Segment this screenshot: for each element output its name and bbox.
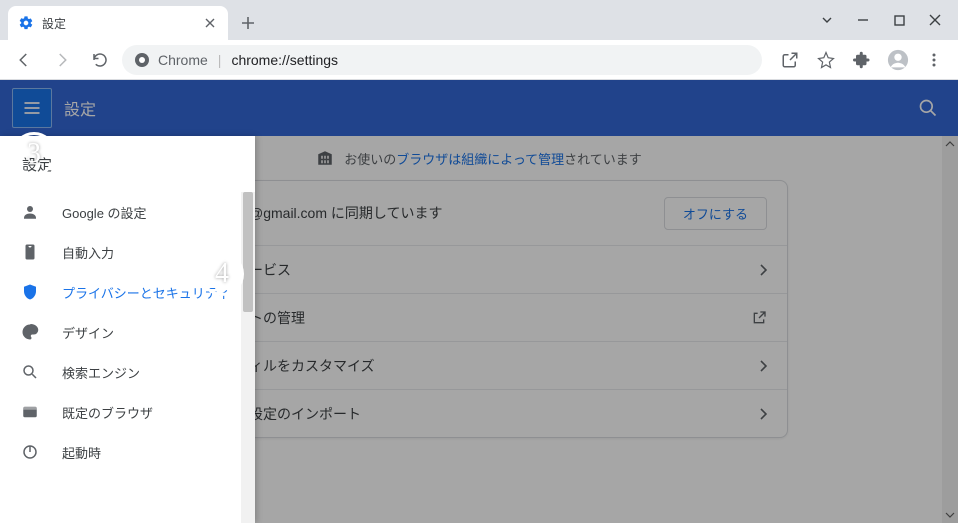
settings-title: 設定 (64, 96, 96, 120)
sidebar-item-label: 既定のブラウザ (62, 403, 153, 422)
back-button[interactable] (8, 44, 40, 76)
window-titlebar: 設定 (0, 0, 958, 40)
sidebar-item-label: プライバシーとセキュリティ (62, 283, 230, 302)
search-icon[interactable] (914, 94, 942, 122)
browser-tab[interactable]: 設定 (8, 6, 228, 40)
profile-icon[interactable] (882, 44, 914, 76)
power-icon (20, 443, 40, 461)
sidebar-item-label: Google の設定 (62, 203, 147, 222)
maximize-icon[interactable] (892, 13, 906, 27)
sidebar-item-startup[interactable]: 起動時 (0, 432, 255, 472)
extensions-icon[interactable] (846, 44, 878, 76)
sidebar-item-label: 検索エンジン (62, 363, 140, 382)
browser-icon (20, 403, 40, 421)
hamburger-menu-button[interactable] (12, 88, 52, 128)
sidebar-item-label: 起動時 (62, 443, 101, 462)
chrome-icon (134, 52, 150, 68)
forward-button (46, 44, 78, 76)
sidebar-title: 設定 (0, 136, 255, 192)
reload-button[interactable] (84, 44, 116, 76)
person-icon (20, 203, 40, 221)
chevron-down-icon[interactable] (820, 13, 834, 27)
sidebar-item-search[interactable]: 検索エンジン (0, 352, 255, 392)
share-icon[interactable] (774, 44, 806, 76)
url-separator: | (216, 52, 224, 68)
close-window-icon[interactable] (928, 13, 942, 27)
minimize-icon[interactable] (856, 13, 870, 27)
browser-toolbar: Chrome | chrome://settings (0, 40, 958, 80)
star-icon[interactable] (810, 44, 842, 76)
new-tab-button[interactable] (234, 9, 262, 37)
sidebar-item-google[interactable]: Google の設定 (0, 192, 255, 232)
settings-sidebar: 設定 Google の設定 自動入力 プライバシーとセキュリティ デザイン (0, 136, 255, 523)
close-tab-icon[interactable] (202, 15, 218, 31)
gear-icon (18, 15, 34, 31)
sidebar-item-appearance[interactable]: デザイン (0, 312, 255, 352)
sidebar-scrollbar-thumb[interactable] (243, 192, 253, 312)
sidebar-item-privacy[interactable]: プライバシーとセキュリティ (0, 272, 255, 312)
window-controls (804, 0, 958, 40)
sidebar-item-label: デザイン (62, 323, 114, 342)
sidebar-item-autofill[interactable]: 自動入力 (0, 232, 255, 272)
sidebar-item-default-browser[interactable]: 既定のブラウザ (0, 392, 255, 432)
clipboard-icon (20, 243, 40, 261)
address-bar[interactable]: Chrome | chrome://settings (122, 45, 762, 75)
settings-content: お使いのブラウザは組織によって管理されています @gmail.com に同期して… (0, 136, 958, 523)
url-label: Chrome (158, 52, 208, 68)
palette-icon (20, 323, 40, 341)
tab-title: 設定 (42, 15, 66, 32)
url-path: chrome://settings (231, 52, 338, 68)
sidebar-item-label: 自動入力 (62, 243, 114, 262)
search-icon (20, 363, 40, 381)
settings-header: 設定 (0, 80, 958, 136)
shield-icon (20, 283, 40, 301)
menu-icon[interactable] (918, 44, 950, 76)
